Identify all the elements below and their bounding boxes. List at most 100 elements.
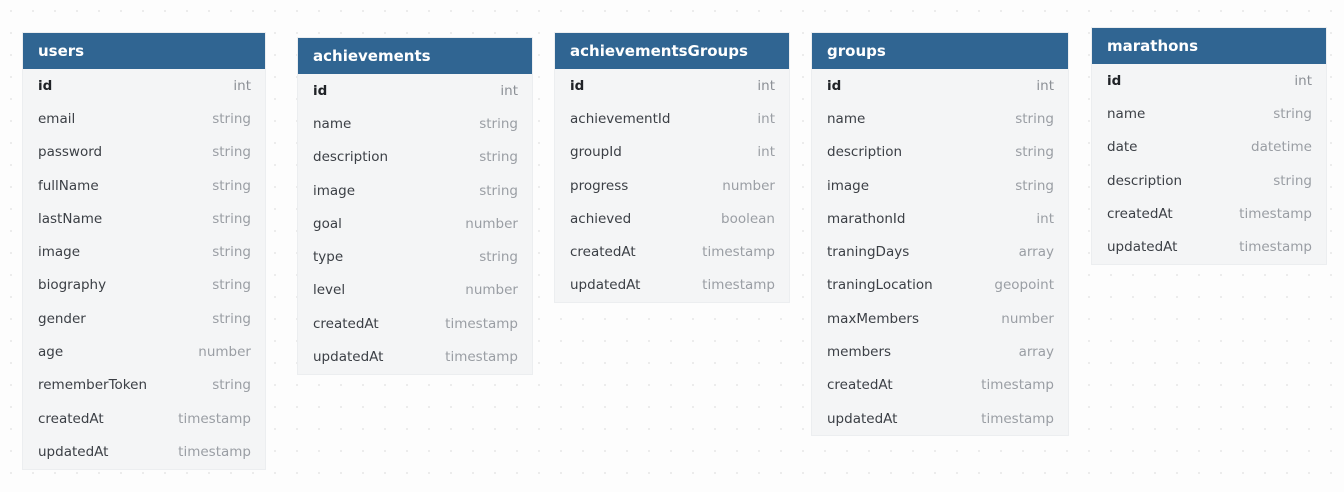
field-row[interactable]: progress number [555, 169, 789, 202]
field-row[interactable]: updatedAt timestamp [1092, 230, 1326, 263]
field-type: string [212, 310, 251, 327]
field-name: groupId [570, 144, 622, 161]
field-row[interactable]: updatedAt timestamp [23, 435, 265, 468]
field-name: achievementId [570, 110, 671, 127]
field-row[interactable]: maxMembers number [812, 302, 1068, 335]
field-row[interactable]: groupId int [555, 136, 789, 169]
field-type: timestamp [1239, 205, 1312, 222]
field-name: updatedAt [38, 443, 109, 460]
field-name: rememberToken [38, 377, 148, 394]
table-users[interactable]: users id int email string password string full… [23, 33, 265, 469]
table-groups[interactable]: groups id int name string description string i… [812, 33, 1068, 436]
field-name: fullName [38, 177, 99, 194]
field-type: number [1001, 310, 1054, 327]
field-type: timestamp [981, 410, 1054, 427]
field-row[interactable]: email string [23, 102, 265, 135]
table-header[interactable]: marathons [1092, 28, 1326, 64]
field-name: createdAt [570, 244, 636, 261]
field-type: timestamp [178, 410, 251, 427]
field-type: array [1018, 244, 1054, 261]
field-row[interactable]: updatedAt timestamp [555, 269, 789, 302]
field-row[interactable]: date datetime [1092, 131, 1326, 164]
field-row[interactable]: name string [1092, 97, 1326, 130]
field-type: datetime [1251, 139, 1312, 156]
field-row[interactable]: createdAt timestamp [812, 369, 1068, 402]
field-type: int [1036, 210, 1054, 227]
field-row[interactable]: description string [812, 136, 1068, 169]
field-row[interactable]: id int [1092, 64, 1326, 97]
field-row[interactable]: image string [298, 174, 532, 207]
field-name: createdAt [38, 410, 104, 427]
field-row[interactable]: createdAt timestamp [298, 307, 532, 340]
table-achievementsgroups[interactable]: achievementsGroups id int achievementId int… [555, 33, 789, 303]
field-type: int [757, 144, 775, 161]
field-name: members [827, 344, 892, 361]
field-name: biography [38, 277, 107, 294]
field-row[interactable]: createdAt timestamp [555, 235, 789, 268]
field-name: age [38, 344, 64, 361]
field-row[interactable]: marathonId int [812, 202, 1068, 235]
field-row[interactable]: traningDays array [812, 235, 1068, 268]
field-name: updatedAt [313, 349, 384, 366]
table-achievements[interactable]: achievements id int name string description s… [298, 38, 532, 374]
field-row[interactable]: description string [298, 141, 532, 174]
field-row[interactable]: achieved boolean [555, 202, 789, 235]
field-row[interactable]: description string [1092, 164, 1326, 197]
field-row[interactable]: achievementId int [555, 102, 789, 135]
field-row[interactable]: id int [812, 69, 1068, 102]
field-row[interactable]: lastName string [23, 202, 265, 235]
field-row[interactable]: image string [812, 169, 1068, 202]
field-row[interactable]: rememberToken string [23, 369, 265, 402]
field-type: timestamp [702, 244, 775, 261]
field-name: image [38, 244, 81, 261]
field-type: geopoint [994, 277, 1054, 294]
field-type: number [465, 215, 518, 232]
table-header[interactable]: achievementsGroups [555, 33, 789, 69]
field-row[interactable]: gender string [23, 302, 265, 335]
table-marathons[interactable]: marathons id int name string date datetime des… [1092, 28, 1326, 264]
field-row[interactable]: createdAt timestamp [23, 402, 265, 435]
field-row[interactable]: id int [298, 74, 532, 107]
field-name: createdAt [1107, 205, 1173, 222]
field-row[interactable]: goal number [298, 207, 532, 240]
field-row[interactable]: name string [812, 102, 1068, 135]
field-list: id int email string password string fullName st… [23, 69, 265, 469]
field-type: int [1036, 77, 1054, 94]
table-header[interactable]: users [23, 33, 265, 69]
field-row[interactable]: image string [23, 235, 265, 268]
field-row[interactable]: updatedAt timestamp [812, 402, 1068, 435]
field-row[interactable]: createdAt timestamp [1092, 197, 1326, 230]
field-name: description [313, 149, 389, 166]
table-header[interactable]: groups [812, 33, 1068, 69]
field-row[interactable]: id int [555, 69, 789, 102]
field-type: string [479, 115, 518, 132]
field-row[interactable]: biography string [23, 269, 265, 302]
field-list: id int achievementId int groupId int progress n… [555, 69, 789, 302]
field-name: updatedAt [1107, 239, 1178, 256]
field-name: id [313, 82, 328, 99]
field-type: int [500, 82, 518, 99]
field-row[interactable]: type string [298, 240, 532, 273]
field-type: timestamp [445, 315, 518, 332]
table-header[interactable]: achievements [298, 38, 532, 74]
field-row[interactable]: password string [23, 136, 265, 169]
field-row[interactable]: fullName string [23, 169, 265, 202]
field-name: type [313, 249, 344, 266]
field-type: timestamp [1239, 239, 1312, 256]
field-row[interactable]: id int [23, 69, 265, 102]
field-row[interactable]: name string [298, 107, 532, 140]
field-type: number [198, 344, 251, 361]
field-row[interactable]: traningLocation geopoint [812, 269, 1068, 302]
field-type: string [1015, 144, 1054, 161]
field-row[interactable]: updatedAt timestamp [298, 340, 532, 373]
field-row[interactable]: members array [812, 335, 1068, 368]
field-type: int [757, 77, 775, 94]
field-name: traningLocation [827, 277, 933, 294]
field-row[interactable]: age number [23, 335, 265, 368]
diagram-canvas[interactable]: users id int email string password string full… [0, 0, 1344, 492]
field-type: timestamp [702, 277, 775, 294]
field-name: goal [313, 215, 342, 232]
field-row[interactable]: level number [298, 274, 532, 307]
field-type: string [212, 144, 251, 161]
field-type: string [1273, 172, 1312, 189]
